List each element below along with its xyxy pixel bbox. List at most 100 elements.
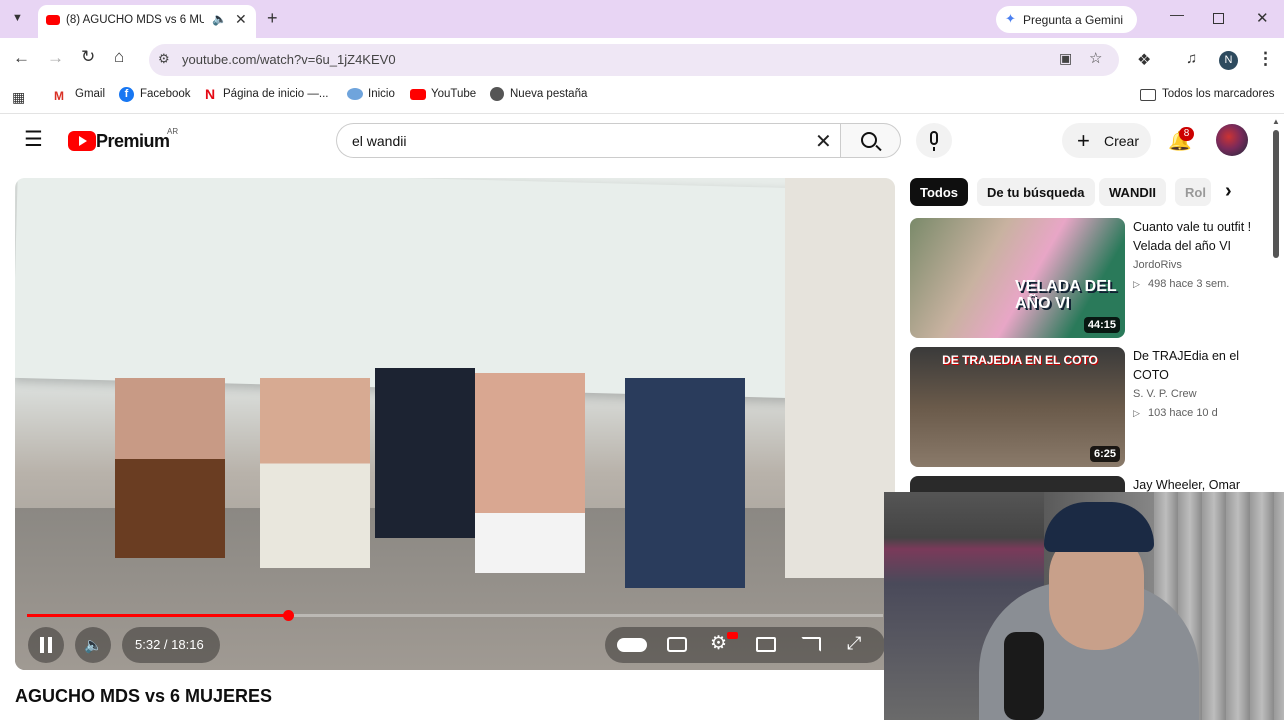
progress-scrubber[interactable] [283,610,294,621]
pause-button[interactable] [28,627,64,663]
hd-badge [727,632,738,639]
tab-strip: ▼ (8) AGUCHO MDS vs 6 MUJERES 🔈 ✕ + ✦ Pr… [0,0,1284,38]
bookmark-gmail[interactable]: Gmail [75,88,105,100]
thumb-text: DE TRAJEDIA EN EL COTO [942,353,1098,367]
create-label: Crear [1104,133,1140,149]
gemini-label: Pregunta a Gemini [1023,13,1124,27]
youtube-logo-icon[interactable] [68,131,96,151]
user-avatar[interactable] [1216,124,1248,156]
gemini-button[interactable]: ✦ Pregunta a Gemini [996,6,1137,33]
rec-meta: 103 hace 10 d [1148,407,1218,419]
scroll-up-icon[interactable]: ▲ [1272,117,1280,126]
rec-channel[interactable]: JordoRivs [1133,259,1182,271]
folder-icon [1140,89,1156,101]
new-tab-icon[interactable]: + [267,8,278,29]
search-input[interactable]: el wandii ✕ [336,123,841,158]
mic-stand [933,147,935,151]
clear-search-icon[interactable]: ✕ [815,129,832,154]
chip-rol[interactable]: Rol [1175,178,1211,206]
media-control-icon[interactable]: ♫ [1186,50,1197,67]
settings-gear-icon[interactable]: ⚙ [710,632,727,655]
video-legs-1 [115,378,225,558]
apps-grid-icon[interactable]: ▦ [12,89,25,106]
bookmark-youtube[interactable]: YouTube [431,88,476,100]
browser-menu-icon[interactable]: ⋮ [1257,49,1274,69]
chip-de-tu-busqueda[interactable]: De tu búsqueda [977,178,1095,206]
time-display: 5:32 / 18:16 [122,627,220,663]
bookmark-netflix[interactable]: Página de inicio —... [223,88,328,100]
extensions-icon[interactable]: ❖ [1137,50,1151,70]
window-close-icon[interactable]: ✕ [1256,9,1269,27]
autoplay-toggle[interactable] [617,638,647,652]
hamburger-menu-icon[interactable]: ☰ [24,127,43,152]
webcam-overlay [884,492,1284,720]
youtube-favicon-icon [46,15,60,25]
site-info-icon[interactable]: ⚙ [158,51,170,67]
theater-mode-icon[interactable] [756,637,776,652]
gmail-icon: M [54,89,64,103]
youtube-bookmark-icon [410,89,426,100]
profile-avatar[interactable]: N [1219,51,1238,70]
facebook-icon: f [119,87,134,102]
bookmark-star-icon[interactable]: ☆ [1089,49,1102,67]
views-play-icon: ▷ [1133,279,1140,289]
search-value: el wandii [352,133,407,149]
close-tab-icon[interactable]: ✕ [235,11,247,28]
tab-search-icon[interactable]: ▼ [12,12,23,24]
subtitles-icon[interactable] [667,637,687,652]
new-tab-bookmark-icon [490,87,504,101]
chips-next-icon[interactable]: › [1225,180,1232,203]
video-player[interactable]: 🔈 5:32 / 18:16 ⚙ ⤢ [15,178,895,670]
audio-icon[interactable]: 🔈 [212,12,227,26]
forward-icon[interactable]: → [47,48,64,68]
video-title: AGUCHO MDS vs 6 MUJERES [15,686,273,706]
views-play-icon: ▷ [1133,408,1140,418]
chip-wandii[interactable]: WANDII [1099,178,1166,206]
chip-todos[interactable]: Todos [910,178,969,206]
rec-title[interactable]: De TRAJEdia en el COTO [1133,347,1273,385]
install-app-icon[interactable]: ▣ [1059,50,1072,67]
home-icon[interactable]: ⌂ [114,47,124,67]
rec-title[interactable]: Cuanto vale tu outfit ! Velada del año V… [1133,218,1273,256]
scrollbar-thumb[interactable] [1273,130,1279,258]
voice-search-button[interactable] [916,123,952,158]
search-button[interactable] [840,123,901,158]
video-person-right [785,178,895,578]
netflix-icon: N [205,86,216,102]
video-legs-5 [625,378,745,588]
logo-region: AR [167,127,179,136]
all-bookmarks[interactable]: Todos los marcadores [1162,88,1275,100]
address-bar[interactable]: ⚙ youtube.com/watch?v=6u_1jZ4KEV0 ▣ ☆ [149,44,1119,76]
logo-text: Premium [96,131,170,151]
inicio-icon [347,88,363,100]
search-handle [875,144,882,152]
tab-title: (8) AGUCHO MDS vs 6 MUJERES [66,14,204,26]
bookmark-inicio[interactable]: Inicio [368,88,395,100]
rec-thumbnail[interactable]: VELADA DEL AÑO VI 44:15 [910,218,1125,338]
duration-badge: 6:25 [1089,446,1120,462]
create-button[interactable]: + Crear [1062,123,1151,158]
gemini-sparkle-icon: ✦ [1005,11,1016,26]
volume-icon: 🔈 [84,637,103,654]
duration-badge: 44:15 [1083,317,1120,333]
video-legs-2 [260,378,370,568]
cast-icon[interactable] [801,637,821,652]
minimize-icon[interactable]: — [1170,6,1184,22]
reload-icon[interactable]: ↻ [81,47,95,67]
pause-icon [40,637,44,653]
active-tab[interactable]: (8) AGUCHO MDS vs 6 MUJERES 🔈 ✕ [38,5,256,38]
volume-button[interactable]: 🔈 [75,627,111,663]
bookmark-facebook[interactable]: Facebook [140,88,191,100]
maximize-icon[interactable] [1213,13,1224,24]
thumb-text: VELADA DEL AÑO VI [1015,278,1117,312]
bookmark-new-tab[interactable]: Nueva pestaña [510,88,587,100]
webcam-cap [1044,502,1154,552]
rec-channel[interactable]: S. V. P. Crew [1133,388,1197,400]
video-legs-4 [475,373,585,573]
progress-fill [27,614,288,617]
fullscreen-icon[interactable]: ⤢ [847,633,861,654]
rec-meta: 498 hace 3 sem. [1148,278,1230,290]
video-board [15,178,798,399]
back-icon[interactable]: ← [13,48,30,68]
rec-thumbnail[interactable]: DE TRAJEDIA EN EL COTO 6:25 [910,347,1125,467]
